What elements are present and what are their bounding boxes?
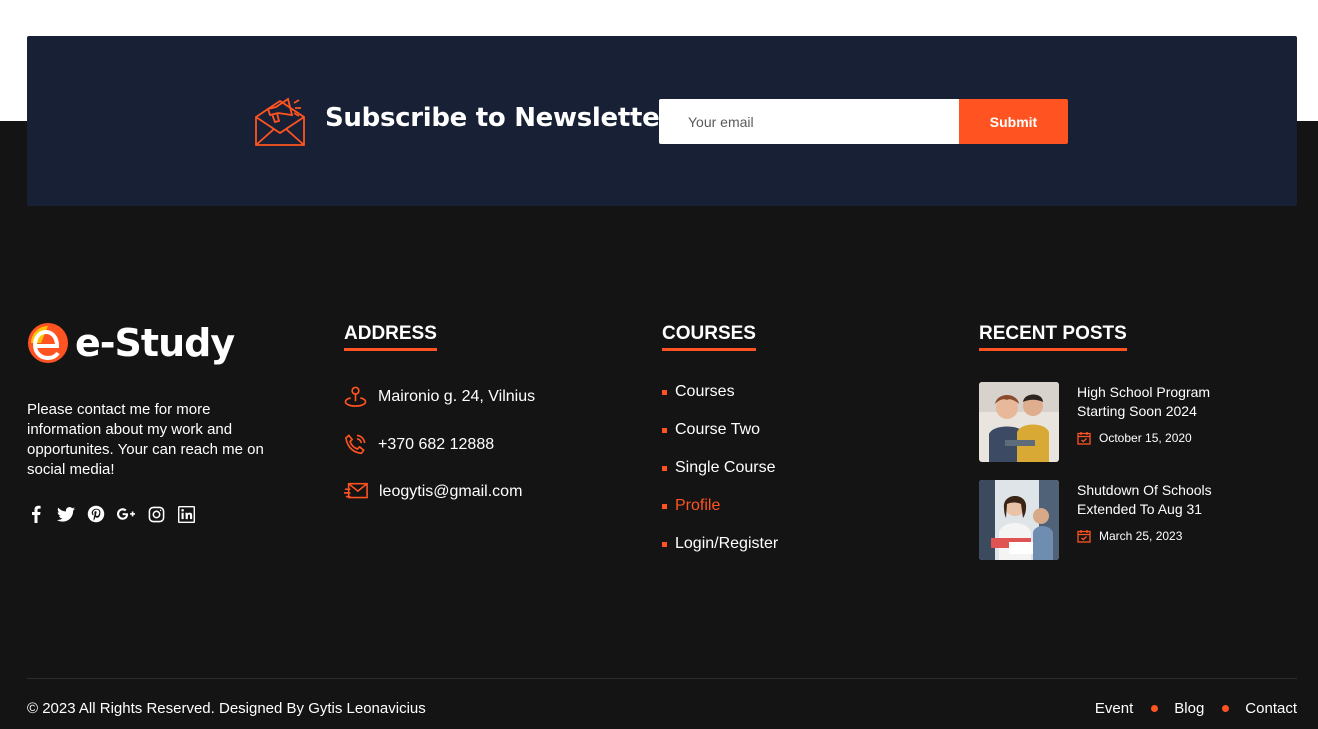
pinterest-icon[interactable]	[87, 504, 105, 524]
post-date-text: October 15, 2020	[1099, 431, 1192, 445]
post-title[interactable]: High School Program Starting Soon 2024	[1077, 383, 1247, 421]
footer-divider	[27, 678, 1297, 679]
location-pin-icon	[344, 386, 367, 407]
address-location-text: Maironio g. 24, Vilnius	[378, 387, 536, 405]
bullet-icon	[662, 541, 667, 547]
recent-post[interactable]: High School Program Starting Soon 2024 O…	[979, 382, 1279, 462]
course-link-courses[interactable]: Courses	[662, 383, 735, 401]
course-link-profile[interactable]: Profile	[662, 497, 720, 515]
post-date: March 25, 2023	[1077, 529, 1182, 543]
address-phone[interactable]: +370 682 12888	[344, 433, 494, 456]
footer-nav: Event Blog Contact	[1095, 700, 1297, 717]
courses-heading: COURSES	[662, 323, 756, 351]
email-text: leogytis@gmail.com	[379, 483, 523, 500]
course-link-single-course[interactable]: Single Course	[662, 459, 776, 477]
post-thumbnail[interactable]	[979, 480, 1059, 560]
separator-dot-icon	[1151, 705, 1159, 712]
footer-link-blog[interactable]: Blog	[1174, 700, 1204, 717]
address-location: Maironio g. 24, Vilnius	[344, 385, 535, 408]
social-links	[27, 504, 195, 524]
submit-button[interactable]: Submit	[959, 99, 1068, 144]
e-study-logo-icon	[27, 322, 69, 364]
post-date: October 15, 2020	[1077, 431, 1192, 445]
newsletter-title: Subscribe to Newsletter	[325, 103, 672, 133]
copyright-text: © 2023 All Rights Reserved. Designed By …	[27, 700, 426, 717]
logo[interactable]: e-Study	[27, 320, 235, 366]
address-heading: ADDRESS	[344, 323, 437, 351]
post-date-text: March 25, 2023	[1099, 529, 1183, 543]
course-link-login-register[interactable]: Login/Register	[662, 535, 778, 553]
recent-posts-heading: RECENT POSTS	[979, 323, 1127, 351]
facebook-icon[interactable]	[27, 504, 45, 524]
course-link-label: Courses	[675, 383, 735, 400]
mail-icon	[344, 482, 368, 499]
phone-icon	[345, 434, 366, 455]
bullet-icon	[662, 389, 667, 395]
bullet-icon	[662, 427, 667, 433]
megaphone-envelope-icon	[254, 95, 306, 147]
email-input[interactable]	[659, 99, 959, 144]
instagram-icon[interactable]	[147, 504, 165, 524]
logo-text: e-Study	[75, 321, 235, 365]
google-plus-icon[interactable]	[117, 504, 135, 524]
newsletter-section: Subscribe to Newsletter Submit	[27, 36, 1297, 206]
bullet-icon	[662, 503, 667, 509]
course-link-course-two[interactable]: Course Two	[662, 421, 760, 439]
post-thumbnail[interactable]	[979, 382, 1059, 462]
footer-link-contact[interactable]: Contact	[1245, 700, 1297, 717]
about-text: Please contact me for more information a…	[27, 401, 264, 478]
recent-post[interactable]: Shutdown Of Schools Extended To Aug 31 M…	[979, 480, 1279, 560]
course-link-label: Profile	[675, 497, 721, 514]
post-title[interactable]: Shutdown Of Schools Extended To Aug 31	[1077, 481, 1247, 519]
linkedin-icon[interactable]	[177, 504, 195, 524]
calendar-icon	[1077, 432, 1091, 445]
twitter-icon[interactable]	[57, 504, 75, 524]
bullet-icon	[662, 465, 667, 471]
footer-link-event[interactable]: Event	[1095, 700, 1133, 717]
phone-number-text: +370 682 12888	[378, 435, 495, 453]
separator-dot-icon	[1222, 705, 1230, 712]
course-link-label: Login/Register	[675, 535, 779, 552]
calendar-icon	[1077, 530, 1091, 543]
course-link-label: Single Course	[675, 459, 776, 476]
course-link-label: Course Two	[675, 421, 761, 438]
address-email[interactable]: leogytis@gmail.com	[344, 481, 522, 503]
